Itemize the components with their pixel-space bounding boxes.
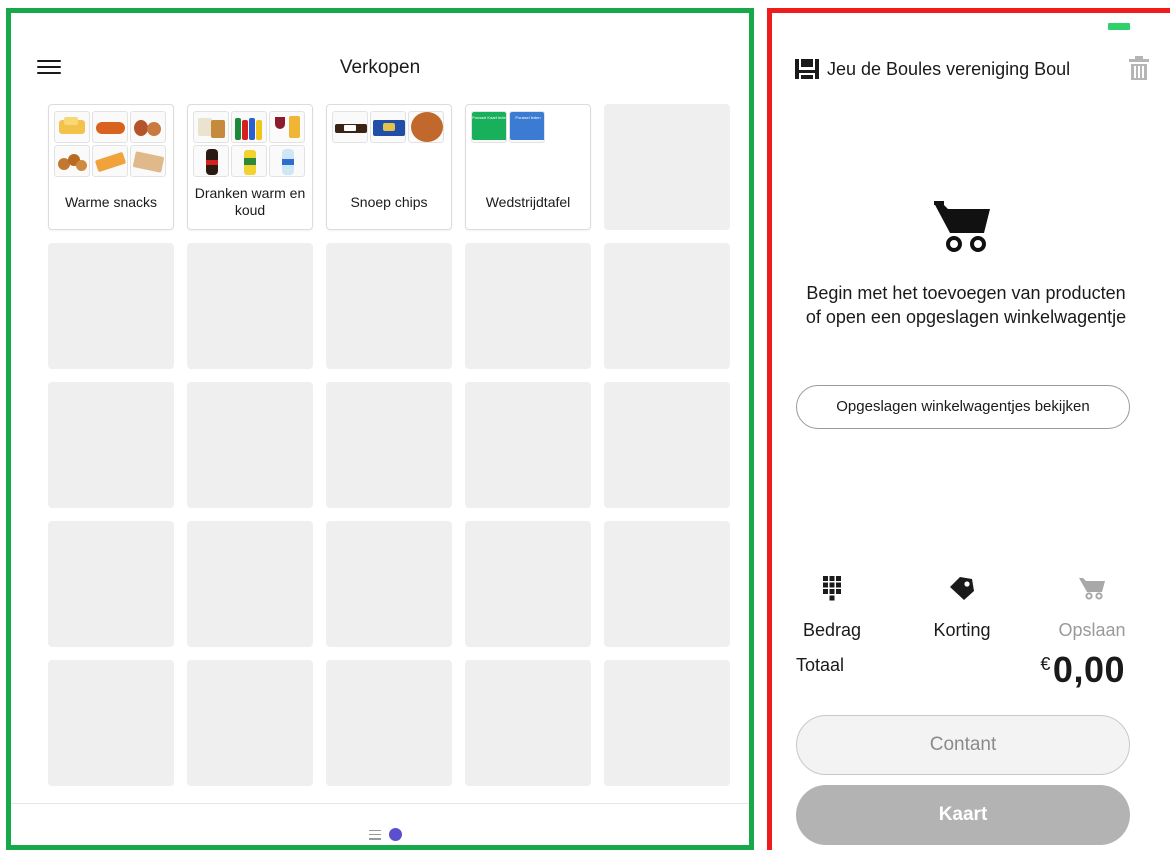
save-cart-label: Opslaan: [1058, 620, 1126, 640]
empty-tile[interactable]: [465, 382, 591, 508]
empty-tile[interactable]: [465, 521, 591, 647]
snack-thumbnail: [130, 111, 166, 143]
category-tile-dranken[interactable]: Dranken warm en koud: [187, 104, 313, 230]
amount-label: Bedrag: [802, 620, 862, 640]
stroopwafel-thumbnail: [408, 111, 444, 143]
page-indicator: [369, 828, 402, 841]
saucijzenbroodje-thumbnail: [130, 145, 166, 177]
candy-bar-thumbnail: [332, 111, 368, 143]
trash-icon[interactable]: [1128, 55, 1150, 81]
empty-tile[interactable]: [187, 382, 313, 508]
chips-thumbnail: [370, 111, 406, 143]
category-label: Wedstrijdtafel: [485, 194, 571, 210]
category-label: Warme snacks: [64, 194, 158, 210]
discount-button[interactable]: Korting: [912, 573, 1012, 641]
save-cart-button[interactable]: Opslaan: [1042, 573, 1142, 641]
cart-panel: Jeu de Boules vereniging Boul Begin met …: [767, 8, 1170, 850]
total-row: Totaal €0,00: [796, 649, 1125, 693]
category-thumbnails: [193, 111, 307, 177]
empty-tile[interactable]: [48, 382, 174, 508]
keypad-icon: [782, 573, 882, 603]
discount-label: Korting: [933, 620, 991, 640]
bitterballen-thumbnail: [54, 145, 90, 177]
juice-thumbnail: [231, 145, 267, 177]
empty-tile[interactable]: [326, 243, 452, 369]
pay-cash-button[interactable]: Contant: [796, 715, 1130, 775]
empty-tile[interactable]: [604, 521, 730, 647]
water-thumbnail: [269, 145, 305, 177]
poussel-leden-button-image: Poussel leden: [510, 112, 544, 140]
empty-tile[interactable]: [465, 660, 591, 786]
page-dot-active[interactable]: [389, 828, 402, 841]
product-panel: Verkopen Warme snacks Dranken warm en ko…: [6, 8, 754, 850]
pager-bar: [11, 803, 749, 845]
empty-tile[interactable]: [326, 382, 452, 508]
empty-tile[interactable]: [48, 521, 174, 647]
coffee-thumbnail: [193, 111, 229, 143]
empty-tile[interactable]: [48, 243, 174, 369]
frikandel-thumbnail: [92, 111, 128, 143]
total-amount: €0,00: [1040, 649, 1125, 691]
poussel-leden-thumbnail: Poussel leden: [509, 111, 545, 143]
amount-button[interactable]: Bedrag: [782, 573, 882, 641]
pay-card-button[interactable]: Kaart: [796, 785, 1130, 845]
kaassouffle-thumbnail: [92, 145, 128, 177]
category-tile-snoep-chips[interactable]: Snoep chips: [326, 104, 452, 230]
category-tile-warme-snacks[interactable]: Warme snacks: [48, 104, 174, 230]
category-tile-wedstrijdtafel[interactable]: Poussel Kaart leden Poussel leden Wedstr…: [465, 104, 591, 230]
empty-tile[interactable]: [187, 660, 313, 786]
wine-beer-thumbnail: [269, 111, 305, 143]
cola-thumbnail: [193, 145, 229, 177]
page-title: Verkopen: [339, 57, 421, 78]
total-label: Totaal: [796, 655, 845, 675]
empty-tile[interactable]: [604, 104, 730, 230]
empty-tile[interactable]: [604, 660, 730, 786]
empty-cart-message: Begin met het toevoegen van producten of…: [805, 283, 1127, 327]
empty-tile[interactable]: [187, 243, 313, 369]
register-header: Jeu de Boules vereniging Boul: [794, 55, 1152, 83]
empty-tile[interactable]: [326, 521, 452, 647]
category-thumbnails: [54, 111, 168, 177]
category-label: Snoep chips: [350, 194, 428, 210]
category-label: Dranken warm en koud: [194, 185, 306, 218]
total-amount-value: 0,00: [1052, 649, 1125, 690]
battery-icon: [1108, 23, 1130, 30]
empty-cart-icon: [932, 199, 994, 253]
tag-icon: [912, 573, 1012, 603]
poussel-kaart-leden-thumbnail: Poussel Kaart leden: [471, 111, 507, 143]
empty-tile[interactable]: [604, 382, 730, 508]
empty-tile[interactable]: [187, 521, 313, 647]
soft-drinks-thumbnail: [231, 111, 267, 143]
list-view-icon[interactable]: [369, 829, 381, 840]
empty-tile[interactable]: [48, 660, 174, 786]
register-icon: [794, 58, 820, 80]
cart-icon: [1042, 573, 1142, 603]
view-saved-carts-button[interactable]: Opgeslagen winkelwagentjes bekijken: [796, 385, 1130, 429]
product-grid: Warme snacks Dranken warm en koud Snoep …: [48, 104, 730, 786]
empty-tile[interactable]: [465, 243, 591, 369]
currency-symbol: €: [1040, 654, 1051, 674]
fries-thumbnail: [54, 111, 90, 143]
category-thumbnails: Poussel Kaart leden Poussel leden: [471, 111, 585, 143]
register-name[interactable]: Jeu de Boules vereniging Boul: [827, 59, 1097, 80]
cart-actions: Bedrag Korting Opslaan: [790, 573, 1140, 643]
empty-tile[interactable]: [604, 243, 730, 369]
empty-tile[interactable]: [326, 660, 452, 786]
category-thumbnails: [332, 111, 446, 143]
poussel-kaart-leden-button-image: Poussel Kaart leden: [472, 112, 506, 140]
